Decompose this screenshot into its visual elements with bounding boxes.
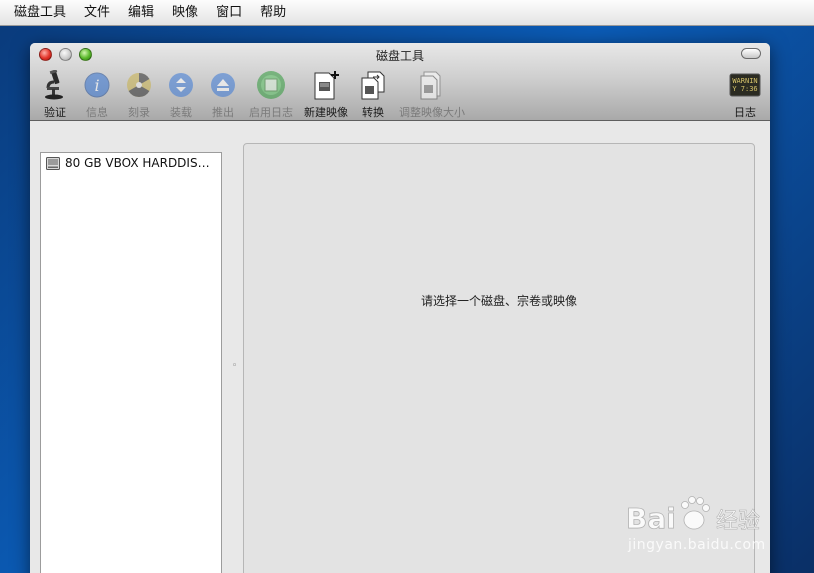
content-area: 80 GB VBOX HARDDISK ... ◦ 请选择一个磁盘、宗卷或映像 (30, 121, 770, 573)
toolbar-toggle-button[interactable] (741, 48, 761, 59)
new-image-button[interactable]: 新建映像 (299, 69, 353, 120)
enable-journal-label: 启用日志 (249, 106, 293, 119)
log-icon: WARNIN Y 7:36 (729, 69, 761, 101)
verify-label: 验证 (44, 106, 66, 119)
eject-label: 推出 (212, 106, 234, 119)
convert-icon (357, 69, 389, 101)
new-image-icon (310, 69, 342, 101)
menu-help[interactable]: 帮助 (251, 0, 295, 26)
resize-image-label: 调整映像大小 (399, 106, 465, 119)
menu-window[interactable]: 窗口 (207, 0, 251, 26)
eject-icon (207, 69, 239, 101)
eject-button[interactable]: 推出 (196, 69, 250, 120)
log-button[interactable]: WARNIN Y 7:36 日志 (718, 69, 770, 120)
journal-icon (255, 69, 287, 101)
disk-label: 80 GB VBOX HARDDISK ... (65, 156, 215, 170)
menu-file[interactable]: 文件 (75, 0, 119, 26)
menu-bar: 磁盘工具 文件 编辑 映像 窗口 帮助 (0, 0, 814, 26)
menu-edit[interactable]: 编辑 (119, 0, 163, 26)
svg-text:Y 7:36: Y 7:36 (732, 85, 757, 93)
split-view-handle[interactable]: ◦ (232, 361, 237, 371)
log-label: 日志 (734, 106, 756, 119)
list-item[interactable]: 80 GB VBOX HARDDISK ... (41, 153, 221, 173)
device-list[interactable]: 80 GB VBOX HARDDISK ... (40, 152, 222, 573)
window-title: 磁盘工具 (375, 49, 424, 63)
svg-text:i: i (94, 76, 99, 95)
empty-selection-message: 请选择一个磁盘、宗卷或映像 (420, 294, 577, 308)
mount-icon (165, 69, 197, 101)
new-image-label: 新建映像 (304, 106, 348, 119)
disk-utility-window: 磁盘工具 验证 i 信息 刻录 装载 推出 启用日志 新建映像 转换 调整映像大… (30, 43, 770, 573)
burn-icon (123, 69, 155, 101)
microscope-icon (39, 69, 71, 101)
convert-button[interactable]: 转换 (346, 69, 400, 120)
resize-image-icon (416, 69, 448, 101)
menu-disk-utility[interactable]: 磁盘工具 (0, 0, 75, 26)
mount-label: 装载 (170, 106, 192, 119)
title-bar: 磁盘工具 验证 i 信息 刻录 装载 推出 启用日志 新建映像 转换 调整映像大… (30, 43, 770, 121)
detail-pane: 请选择一个磁盘、宗卷或映像 (243, 143, 755, 573)
hard-disk-icon (46, 156, 60, 170)
toolbar: 验证 i 信息 刻录 装载 推出 启用日志 新建映像 转换 调整映像大小 WAR… (30, 69, 770, 121)
burn-label: 刻录 (128, 106, 150, 119)
enable-journal-button[interactable]: 启用日志 (244, 69, 298, 120)
info-label: 信息 (86, 106, 108, 119)
info-icon: i (81, 69, 113, 101)
menu-image[interactable]: 映像 (163, 0, 207, 26)
convert-label: 转换 (362, 106, 384, 119)
resize-image-button[interactable]: 调整映像大小 (399, 69, 465, 120)
watermark-url: jingyan.baidu.com (628, 537, 766, 553)
svg-text:WARNIN: WARNIN (732, 77, 757, 85)
